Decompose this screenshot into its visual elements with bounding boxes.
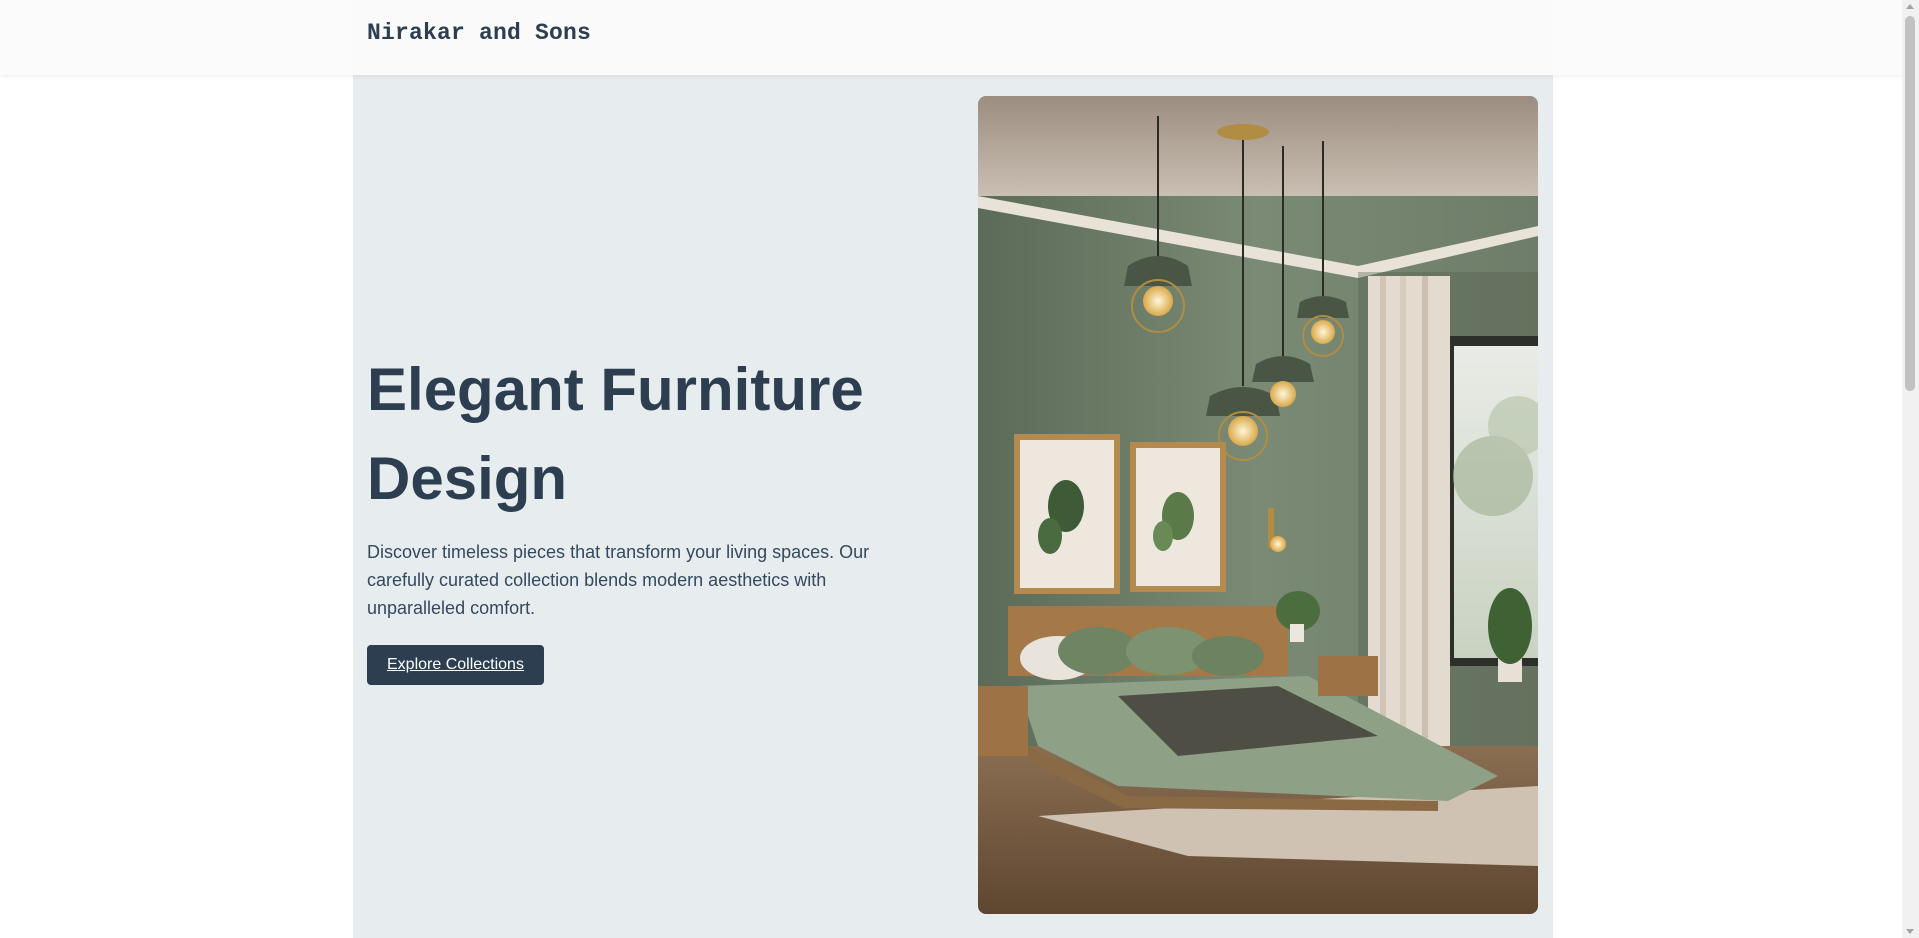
scroll-down-icon[interactable] [1906,929,1914,934]
page-scrollbar[interactable] [1902,0,1919,938]
hero-section: Elegant Furniture Design Discover timele… [353,75,1553,938]
scroll-up-icon[interactable] [1906,4,1914,9]
scrollbar-thumb[interactable] [1905,16,1915,391]
bedroom-hero-image [978,96,1538,914]
hero-description: Discover timeless pieces that transform … [367,542,870,618]
header-container: Nirakar and Sons [353,0,1553,75]
site-header: Nirakar and Sons [0,0,1902,75]
explore-collections-button[interactable]: Explore Collections [367,645,544,685]
brand-logo-text[interactable]: Nirakar and Sons [367,20,591,46]
hero-title: Elegant Furniture Design [367,356,864,512]
